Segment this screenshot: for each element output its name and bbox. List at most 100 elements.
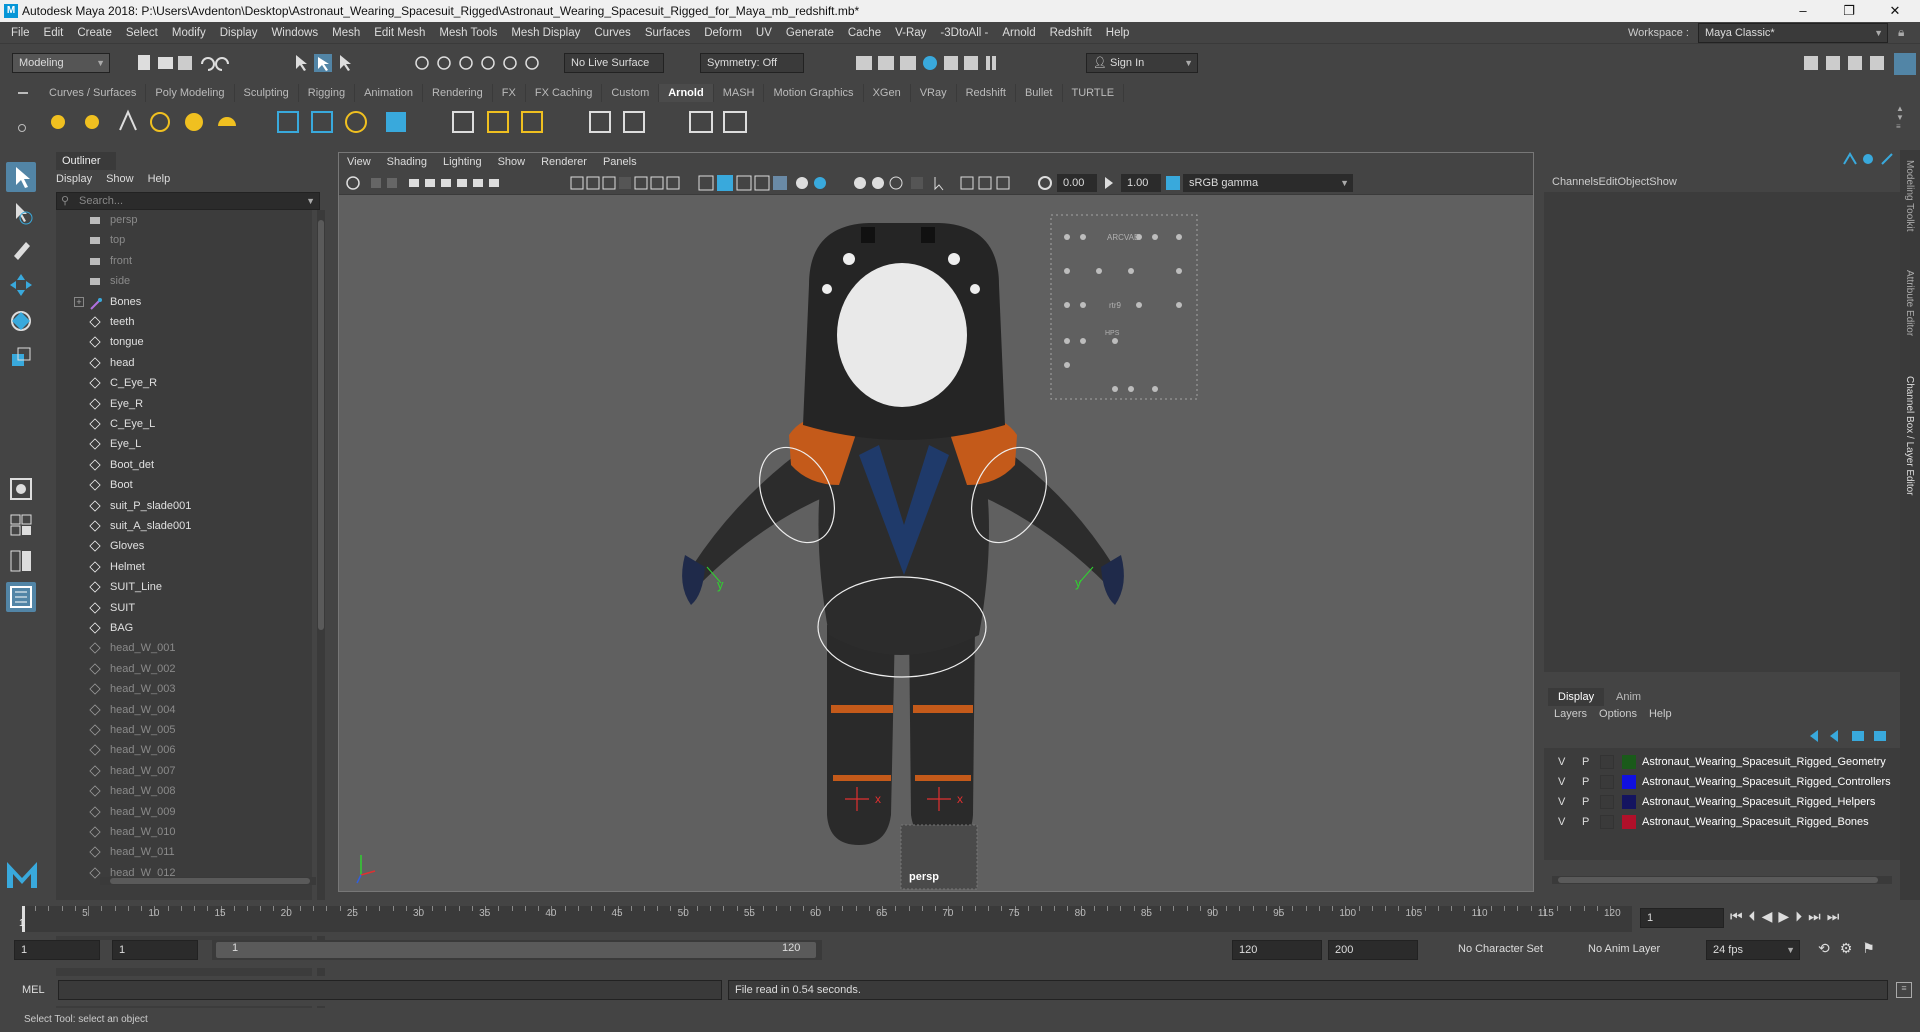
outliner-item[interactable]: head_W_004	[56, 700, 306, 720]
script-editor-icon[interactable]: ≡	[1896, 982, 1912, 998]
layer-row[interactable]: V P Astronaut_Wearing_Spacesuit_Rigged_Hel…	[1548, 792, 1898, 812]
channelbox-menu-channels[interactable]: Channels	[1552, 176, 1598, 188]
anim-end-field[interactable]: 120	[1232, 940, 1322, 960]
layer-type-toggle[interactable]	[1600, 795, 1614, 809]
menu-create[interactable]: Create	[70, 22, 119, 44]
astronaut-model[interactable]: ARCVAE rtr9 HPS x x y y	[339, 195, 1533, 891]
sign-in-button[interactable]: 👤︎ Sign In ▼	[1086, 53, 1198, 73]
viewport-menu-panels[interactable]: Panels	[595, 153, 645, 171]
outliner-item[interactable]: BAG	[56, 618, 306, 638]
layer-playback-toggle[interactable]: P	[1582, 792, 1589, 812]
menu-edit-mesh[interactable]: Edit Mesh	[367, 22, 432, 44]
panel-toggle-icons[interactable]	[1800, 52, 1918, 76]
outliner-item[interactable]: head_W_007	[56, 761, 306, 781]
layer-color-swatch[interactable]	[1622, 775, 1636, 789]
menu-help[interactable]: Help	[1099, 22, 1137, 44]
channelbox-header-icons[interactable]	[1840, 152, 1900, 168]
arnold-shelf-icons[interactable]	[40, 104, 780, 140]
shelf-tab-curves-surfaces[interactable]: Curves / Surfaces	[40, 84, 147, 102]
outliner-item[interactable]: head_W_010	[56, 822, 306, 842]
outliner-item[interactable]: tongue	[56, 332, 306, 352]
anim-start-field[interactable]: 1	[112, 940, 198, 960]
layer-row[interactable]: V P Astronaut_Wearing_Spacesuit_Rigged_Geo…	[1548, 752, 1898, 772]
chevron-down-icon[interactable]: ▼	[306, 193, 315, 209]
outliner-item[interactable]: Helmet	[56, 557, 306, 577]
menu-generate[interactable]: Generate	[779, 22, 841, 44]
channelbox-menu-show[interactable]: Show	[1649, 176, 1677, 188]
layer-menu-options[interactable]: Options	[1599, 708, 1637, 720]
menu-curves[interactable]: Curves	[587, 22, 637, 44]
outliner-item[interactable]: head_W_005	[56, 720, 306, 740]
shelf-tab-fx[interactable]: FX	[493, 84, 526, 102]
minimize-button[interactable]: –	[1780, 0, 1826, 22]
shelf-tab-redshift[interactable]: Redshift	[957, 84, 1016, 102]
move-tool-icon[interactable]	[6, 270, 36, 300]
scene-end-field[interactable]: 200	[1328, 940, 1418, 960]
selection-mask-icons[interactable]	[292, 52, 362, 74]
viewport-menu-shading[interactable]: Shading	[379, 153, 435, 171]
outliner-item[interactable]: head_W_006	[56, 740, 306, 760]
outliner-search-input[interactable]: ⚲ Search... ▼	[56, 192, 320, 210]
shelf-tab-xgen[interactable]: XGen	[864, 84, 911, 102]
snap-icons[interactable]	[412, 52, 552, 74]
menu-arnold[interactable]: Arnold	[995, 22, 1042, 44]
tab-anim[interactable]: Anim	[1606, 688, 1651, 706]
layer-type-toggle[interactable]	[1600, 815, 1614, 829]
timeline-bar[interactable]: 1 5 10 15 20 25 30 35 40 45 50 55 60 65 70 75 80 85 90 95 1…	[19, 906, 1632, 932]
shelf-tab-rigging[interactable]: Rigging	[299, 84, 356, 102]
outliner-item[interactable]: head_W_009	[56, 802, 306, 822]
viewport-menu-view[interactable]: View	[339, 153, 379, 171]
menu-cache[interactable]: Cache	[841, 22, 888, 44]
outliner-layout-icon[interactable]	[6, 582, 36, 612]
outliner-item[interactable]: Gloves	[56, 536, 306, 556]
side-tab-channel-box[interactable]: Channel Box / Layer Editor	[1904, 376, 1915, 496]
menu-v-ray[interactable]: V-Ray	[888, 22, 933, 44]
outliner-item[interactable]: Eye_R	[56, 394, 306, 414]
viewport-menu-lighting[interactable]: Lighting	[435, 153, 490, 171]
shelf-tab-arnold[interactable]: Arnold	[659, 84, 714, 102]
layer-menu-help[interactable]: Help	[1649, 708, 1672, 720]
menu-file[interactable]: File	[4, 22, 37, 44]
layer-playback-toggle[interactable]: P	[1582, 812, 1589, 832]
layer-visibility-toggle[interactable]: V	[1558, 752, 1565, 772]
menu-uv[interactable]: UV	[749, 22, 779, 44]
viewport-menu-renderer[interactable]: Renderer	[533, 153, 595, 171]
render-tools-icons[interactable]	[852, 52, 1032, 74]
layer-color-swatch[interactable]	[1622, 755, 1636, 769]
outliner-item[interactable]: C_Eye_L	[56, 414, 306, 434]
shelf-tab-fx-caching[interactable]: FX Caching	[526, 84, 603, 102]
outliner-item[interactable]: persp	[56, 210, 306, 230]
outliner-item[interactable]: + Bones	[56, 292, 306, 312]
command-input[interactable]	[58, 980, 722, 1000]
paint-select-tool-icon[interactable]	[6, 234, 36, 264]
layer-color-swatch[interactable]	[1622, 815, 1636, 829]
close-button[interactable]: ✕	[1872, 0, 1918, 22]
single-perspective-layout-icon[interactable]	[6, 474, 36, 504]
viewport-toolbar-icons[interactable]	[345, 174, 1025, 192]
fps-dropdown[interactable]: 24 fps ▼	[1706, 940, 1800, 960]
outliner-item[interactable]: suit_P_slade001	[56, 496, 306, 516]
lock-icon[interactable]: 🔒︎	[1898, 25, 1912, 39]
symmetry-dropdown[interactable]: Symmetry: Off	[700, 53, 804, 73]
scale-tool-icon[interactable]	[6, 342, 36, 372]
lasso-tool-icon[interactable]	[6, 198, 36, 228]
scene-start-field[interactable]: 1	[14, 940, 100, 960]
outliner-item[interactable]: C_Eye_R	[56, 373, 306, 393]
select-tool-icon[interactable]	[6, 162, 36, 192]
layer-row[interactable]: V P Astronaut_Wearing_Spacesuit_Rigged_Con…	[1548, 772, 1898, 792]
side-tab-modeling-toolkit[interactable]: Modeling Toolkit	[1904, 160, 1915, 232]
four-view-layout-icon[interactable]	[6, 510, 36, 540]
layer-type-toggle[interactable]	[1600, 775, 1614, 789]
exposure-field[interactable]: 0.00	[1057, 174, 1097, 192]
menu-edit[interactable]: Edit	[37, 22, 71, 44]
layer-color-swatch[interactable]	[1622, 795, 1636, 809]
file-tools-icons[interactable]	[132, 52, 262, 74]
shelf-tab-animation[interactable]: Animation	[355, 84, 424, 102]
menu-modify[interactable]: Modify	[165, 22, 213, 44]
menu-mesh-display[interactable]: Mesh Display	[504, 22, 587, 44]
gamma-field[interactable]: 1.00	[1121, 174, 1161, 192]
outliner-item[interactable]: head_W_001	[56, 638, 306, 658]
outliner-item[interactable]: Eye_L	[56, 434, 306, 454]
outliner-menu-help[interactable]: Help	[148, 170, 171, 188]
shelf-tab-custom[interactable]: Custom	[602, 84, 660, 102]
